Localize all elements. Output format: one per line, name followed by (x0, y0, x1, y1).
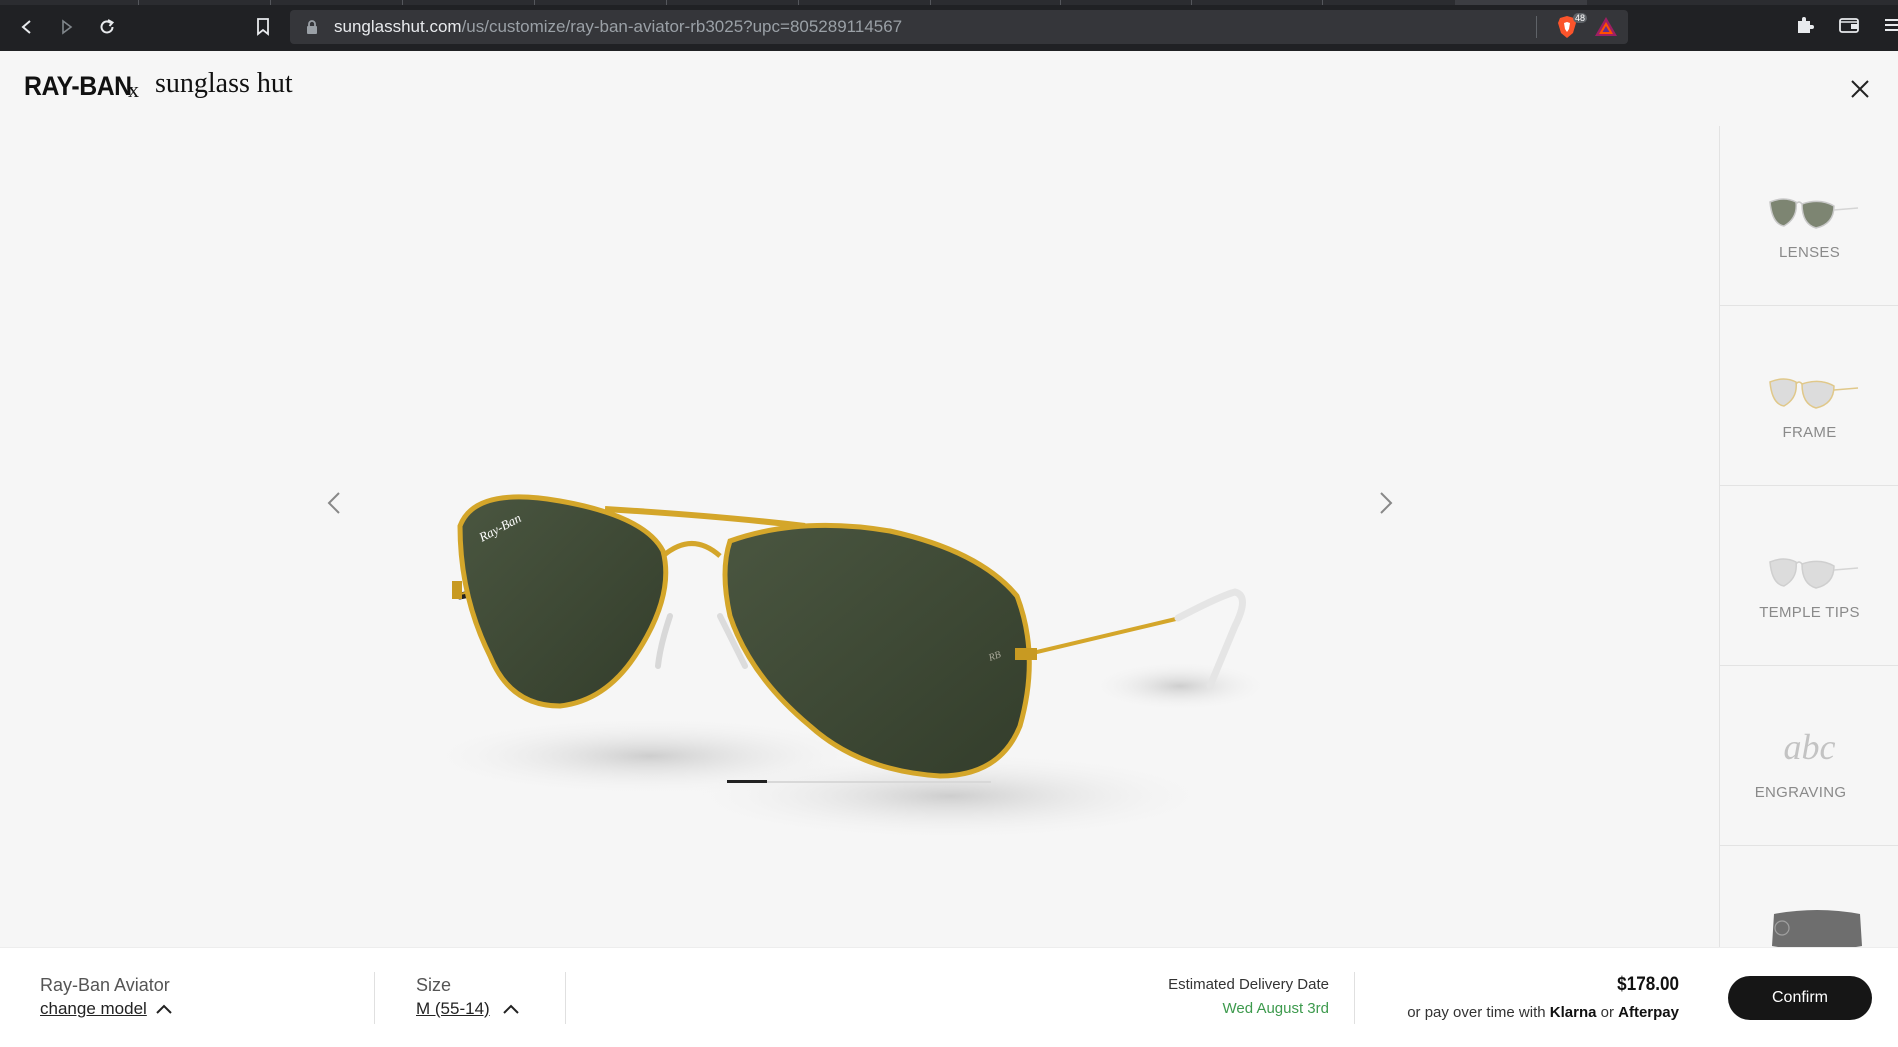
url-text: sunglasshut.com/us/customize/ray-ban-avi… (334, 17, 902, 37)
shield-count-badge: 48 (1573, 13, 1588, 23)
chevron-up-icon[interactable] (502, 1003, 520, 1015)
case-thumbnail-icon (1772, 910, 1862, 947)
site-header: RAY-BAN x sunglass hut (0, 51, 1898, 126)
klarna-link[interactable]: Klarna (1550, 1004, 1597, 1021)
menu-icon[interactable] (1884, 15, 1898, 40)
delivery-date: Wed August 3rd (1222, 1000, 1329, 1017)
wallet-icon[interactable] (1838, 15, 1860, 40)
forward-icon[interactable] (54, 14, 80, 40)
rail-item-case[interactable] (1720, 846, 1898, 947)
rail-item-temple-tips[interactable]: TEMPLE TIPS (1720, 486, 1898, 666)
bookmark-icon[interactable] (250, 14, 276, 40)
carousel-progress-active (727, 780, 767, 783)
confirm-button[interactable]: Confirm (1728, 976, 1872, 1020)
temple-tips-thumbnail-icon (1769, 558, 1859, 589)
rail-label-temple-tips: TEMPLE TIPS (1759, 604, 1860, 621)
rail-label-frame: FRAME (1782, 424, 1837, 441)
price: $178.00 (1617, 974, 1679, 995)
logo-separator: x (128, 77, 139, 102)
carousel-progress[interactable] (727, 780, 991, 783)
rail-item-lenses[interactable]: LENSES (1720, 126, 1898, 306)
rail-label-engraving: ENGRAVING (1754, 784, 1847, 801)
footer-bar: Ray-Ban Aviator change model Size M (55-… (0, 947, 1898, 1047)
pay-over-time: or pay over time with Klarna or Afterpay (1380, 1004, 1679, 1021)
url-host: sunglasshut.com (334, 17, 462, 36)
footer-divider (374, 972, 375, 1024)
bat-rewards-icon[interactable] (1594, 16, 1618, 43)
previous-arrow-icon[interactable] (320, 488, 350, 518)
active-tab[interactable] (1455, 0, 1587, 5)
back-icon[interactable] (14, 14, 40, 40)
pay-prefix: or pay over time with (1407, 1004, 1546, 1021)
afterpay-link[interactable]: Afterpay (1618, 1004, 1679, 1021)
footer-divider (565, 972, 566, 1024)
engraving-abc-icon: abc (1783, 727, 1836, 767)
size-selector[interactable]: M (55-14) (416, 999, 490, 1019)
close-icon[interactable] (1846, 75, 1874, 103)
customization-rail: LENSES FRAME TEMPLE TIPS abc ENGRAVING (1719, 126, 1898, 947)
address-bar[interactable]: sunglasshut.com/us/customize/ray-ban-avi… (290, 10, 1628, 44)
browser-toolbar: sunglasshut.com/us/customize/ray-ban-avi… (0, 0, 1898, 51)
extensions-icon[interactable] (1795, 15, 1815, 40)
product-viewer: Ray-Ban RB (0, 126, 1719, 947)
change-model-link[interactable]: change model (40, 999, 147, 1019)
lock-icon (306, 19, 318, 40)
size-label: Size (416, 975, 452, 995)
model-name: Ray-Ban Aviator (40, 975, 170, 995)
tab-strip (0, 0, 1898, 5)
url-path: /us/customize/ray-ban-aviator-rb3025?upc… (461, 17, 903, 36)
sunglass-hut-logo[interactable]: sunglass hut (155, 68, 293, 100)
reload-icon[interactable] (94, 14, 120, 40)
rail-item-frame[interactable]: FRAME (1720, 306, 1898, 486)
rail-label-lenses: LENSES (1779, 244, 1840, 261)
footer-divider (1354, 972, 1355, 1024)
rail-item-engraving[interactable]: abc ENGRAVING (1720, 666, 1898, 846)
url-divider (1536, 16, 1537, 38)
ray-ban-logo[interactable]: RAY-BAN (24, 71, 132, 102)
delivery-label: Estimated Delivery Date (1168, 976, 1329, 993)
next-arrow-icon[interactable] (1370, 488, 1400, 518)
lenses-thumbnail-icon (1769, 198, 1859, 229)
chevron-up-icon[interactable] (155, 1003, 173, 1015)
frame-thumbnail-icon (1769, 378, 1859, 409)
pay-or: or (1600, 1004, 1614, 1021)
